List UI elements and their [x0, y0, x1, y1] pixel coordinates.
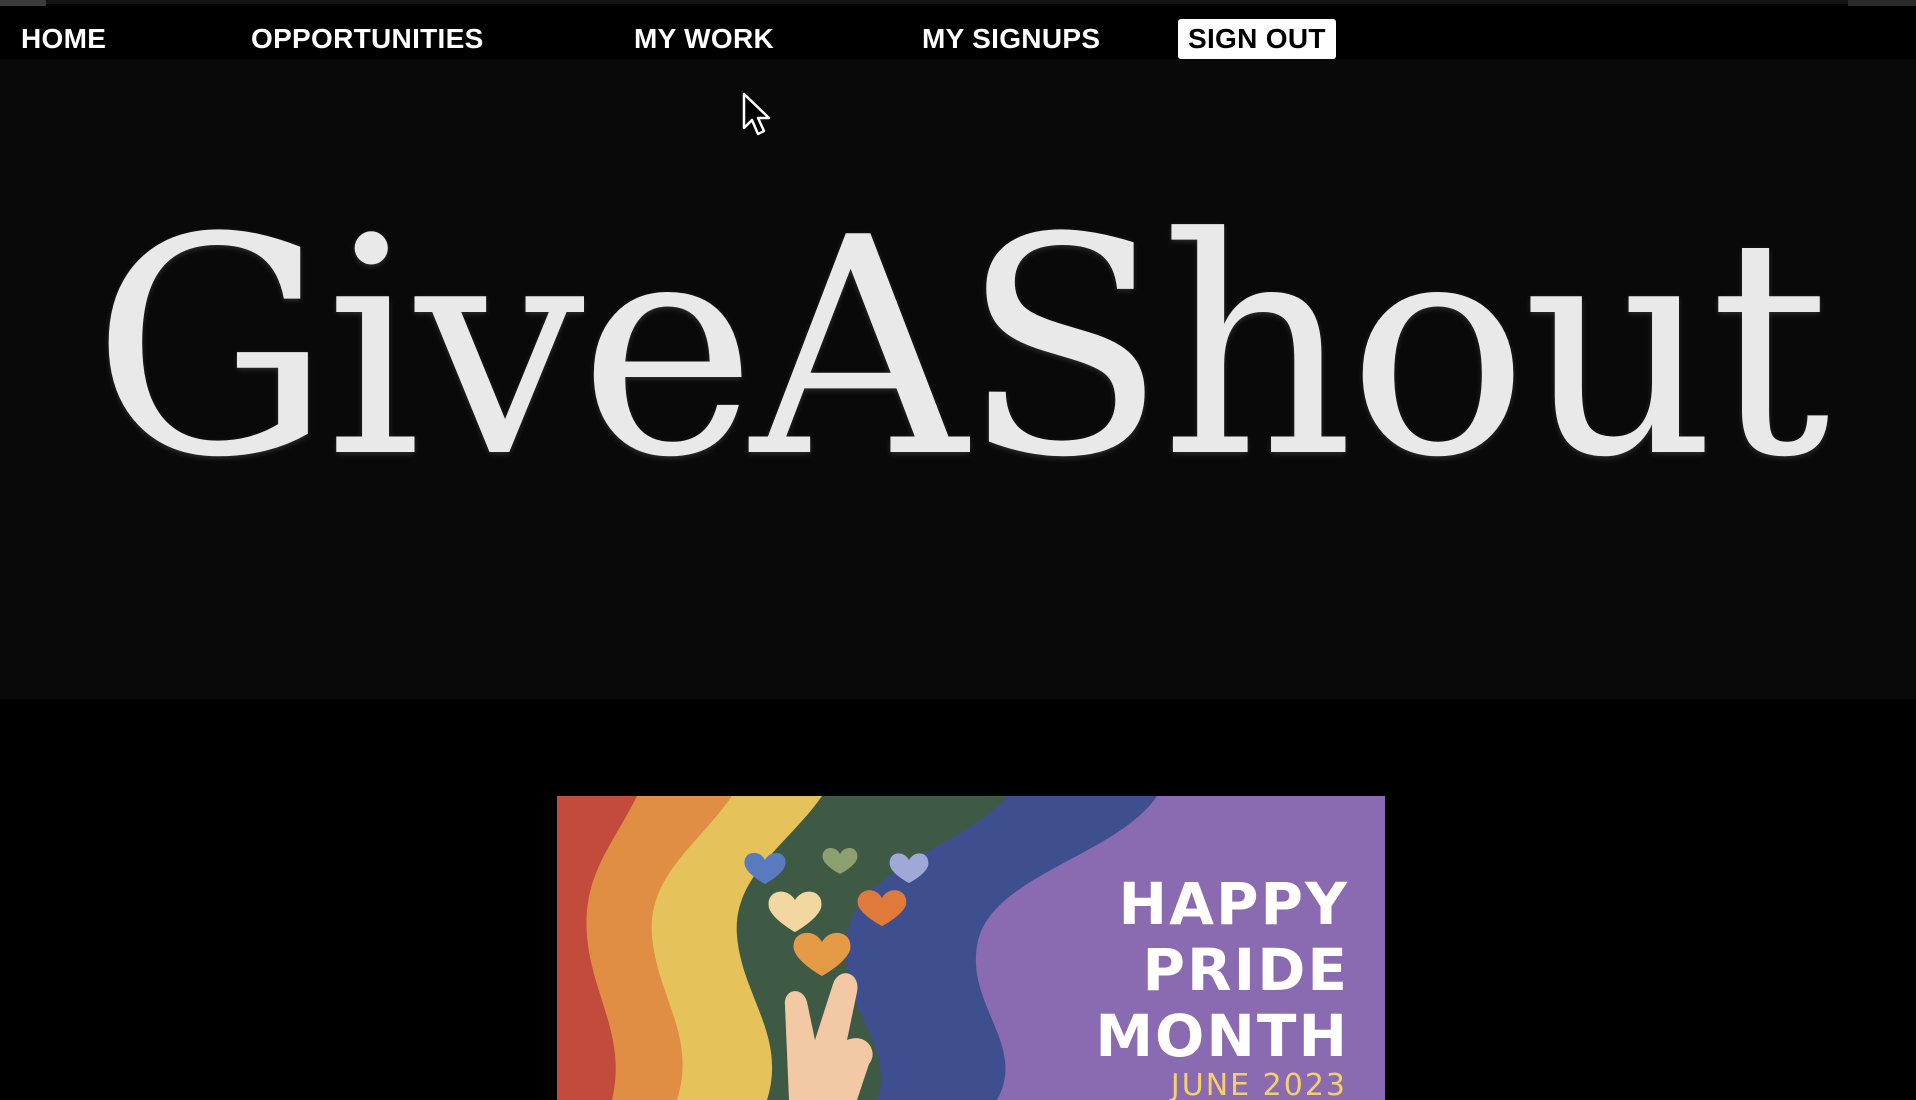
window-strip-left	[0, 0, 46, 6]
nav-opportunities-link[interactable]: OPPORTUNITIES	[251, 20, 484, 58]
nav-home-link[interactable]: HOME	[21, 20, 106, 58]
sign-out-button[interactable]: SIGN OUT	[1178, 19, 1336, 59]
banner-date: JUNE 2023	[1170, 1068, 1347, 1100]
site-title: GiveAShout	[91, 174, 1830, 523]
banner-line-month: MONTH	[1095, 1002, 1349, 1070]
window-strip	[46, 0, 1848, 4]
top-navigation-bar: HOME OPPORTUNITIES MY WORK MY SIGNUPS SI…	[0, 0, 1916, 59]
hero-section: GiveAShout	[0, 59, 1916, 699]
banner-line-pride: PRIDE	[1142, 936, 1349, 1004]
nav-my-signups-link[interactable]: MY SIGNUPS	[922, 20, 1100, 58]
banner-line-happy: HAPPY	[1118, 870, 1349, 938]
banner-headline: HAPPY PRIDE MONTH	[1095, 871, 1349, 1069]
mouse-pointer-icon	[742, 92, 771, 136]
nav-my-work-link[interactable]: MY WORK	[634, 20, 774, 58]
window-strip-right	[1848, 0, 1916, 6]
pride-month-banner: HAPPY PRIDE MONTH JUNE 2023	[557, 796, 1385, 1100]
